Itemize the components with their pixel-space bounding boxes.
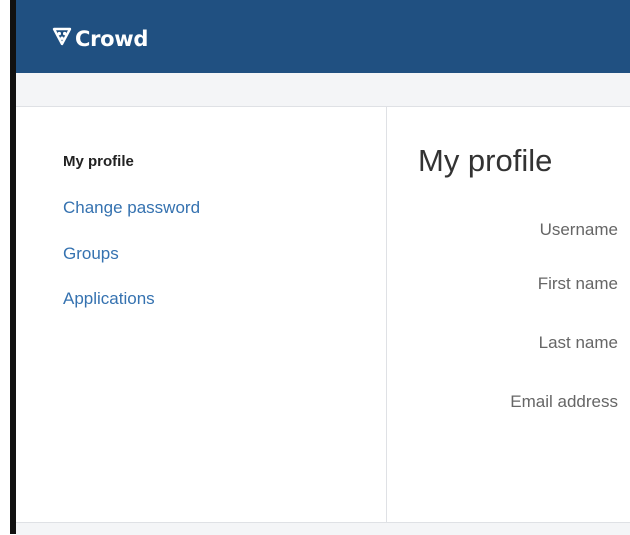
sidebar-item-applications[interactable]: Applications [63,289,155,309]
username-label: Username [539,220,618,239]
crowd-logo-icon [52,26,75,51]
crowd-logo[interactable]: Crowd [52,26,148,51]
sidebar: My profile Change password Groups Applic… [16,107,387,522]
main-content: My profile Username First name Last name… [387,107,630,522]
sidebar-item-my-profile[interactable]: My profile [63,153,134,170]
email-address-label: Email address [510,392,618,411]
footer-bar [16,522,630,535]
sidebar-item-change-password[interactable]: Change password [63,198,200,218]
top-header: Crowd [16,0,630,73]
sidebar-item-groups[interactable]: Groups [63,244,119,264]
page-title: My profile [418,143,553,178]
first-name-label: First name [537,274,618,293]
app-window: Crowd My profile Change password Groups … [0,0,630,535]
brand-name: Crowd [75,26,149,51]
secondary-toolbar [16,73,630,107]
last-name-label: Last name [538,333,618,352]
